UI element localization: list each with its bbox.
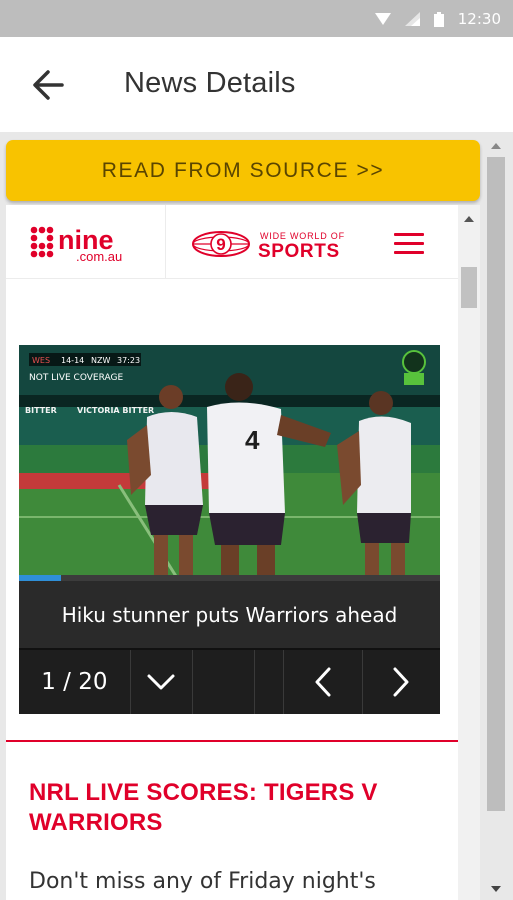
wws-logo-mark: 9 — [216, 235, 225, 254]
arrow-left-icon — [33, 70, 64, 100]
status-bar: 12:30 — [0, 0, 513, 37]
section-divider — [6, 740, 458, 742]
menu-line-icon — [394, 251, 424, 254]
read-from-source-label: READ FROM SOURCE >> — [101, 158, 385, 182]
hamburger-menu-button[interactable] — [394, 233, 424, 254]
previous-video-button[interactable] — [284, 650, 363, 714]
match-photo: 4 WES 14-14 NZW 37:23 NOT LIVE COVERAGE … — [19, 345, 440, 581]
chevron-right-icon — [393, 667, 409, 697]
back-button[interactable] — [26, 67, 72, 103]
menu-line-icon — [394, 242, 424, 245]
inner-scroll-up-icon[interactable] — [464, 216, 474, 222]
article-headline[interactable]: NRL LIVE SCORES: TIGERS V WARRIORS — [29, 778, 429, 838]
status-icons: 12:30 — [374, 8, 501, 30]
signal-icon — [404, 12, 420, 26]
scoreboard-team-a: WES — [32, 356, 50, 365]
video-gallery: 4 WES 14-14 NZW 37:23 NOT LIVE COVERAGE … — [19, 345, 440, 714]
video-caption-text: Hiku stunner puts Warriors ahead — [61, 602, 398, 627]
video-counter-text: 1 / 20 — [41, 669, 108, 695]
svg-text:4: 4 — [245, 425, 260, 455]
wifi-icon — [374, 13, 391, 25]
outer-scrollbar-thumb[interactable] — [487, 157, 505, 811]
app-bar: News Details — [0, 37, 513, 133]
menu-line-icon — [394, 233, 424, 236]
page-title: News Details — [124, 67, 296, 99]
scoreboard-clock: 37:23 — [117, 356, 140, 365]
controls-spacer — [193, 650, 255, 714]
video-frame[interactable]: 4 WES 14-14 NZW 37:23 NOT LIVE COVERAGE … — [19, 345, 440, 581]
inner-scrollbar-track[interactable] — [458, 205, 480, 900]
not-live-coverage-tag: NOT LIVE COVERAGE — [29, 373, 123, 383]
read-from-source-button[interactable]: READ FROM SOURCE >> — [6, 140, 480, 201]
video-caption: Hiku stunner puts Warriors ahead — [19, 581, 440, 648]
controls-spacer — [255, 650, 284, 714]
wide-world-of-sports-logo[interactable]: 9 WIDE WORLD OF SPORTS — [192, 229, 364, 259]
header-divider — [165, 205, 166, 278]
battery-icon — [433, 11, 444, 27]
expand-playlist-button[interactable] — [131, 650, 194, 714]
site-header: nine .com.au 9 WIDE WORLD OF SPORTS — [6, 205, 458, 279]
article-body: Don't miss any of Friday night's — [29, 869, 376, 894]
stadium-banner-text: VICTORIA BITTER — [77, 406, 154, 415]
next-video-button[interactable] — [363, 650, 440, 714]
video-controls: 1 / 20 — [19, 650, 440, 714]
status-time: 12:30 — [457, 10, 501, 28]
outer-scroll-down-icon[interactable] — [491, 886, 501, 892]
scoreboard-score: 14-14 — [61, 356, 84, 365]
nine-logo-domain: .com.au — [76, 249, 122, 262]
wws-logo-tagline: WIDE WORLD OF — [260, 231, 345, 241]
stadium-banner-text: BITTER — [25, 406, 57, 415]
scoreboard-team-b: NZW — [91, 356, 110, 365]
outer-scroll-up-icon[interactable] — [491, 143, 501, 149]
chevron-left-icon — [315, 667, 331, 697]
chevron-down-icon — [147, 674, 175, 690]
video-counter: 1 / 20 — [19, 650, 131, 714]
nine-logo[interactable]: nine .com.au — [30, 224, 142, 262]
inner-scrollbar-thumb[interactable] — [461, 267, 477, 308]
wws-logo-title: SPORTS — [258, 241, 340, 259]
embedded-webpage: nine .com.au 9 WIDE WORLD OF SPORTS 4 WE… — [6, 205, 458, 900]
